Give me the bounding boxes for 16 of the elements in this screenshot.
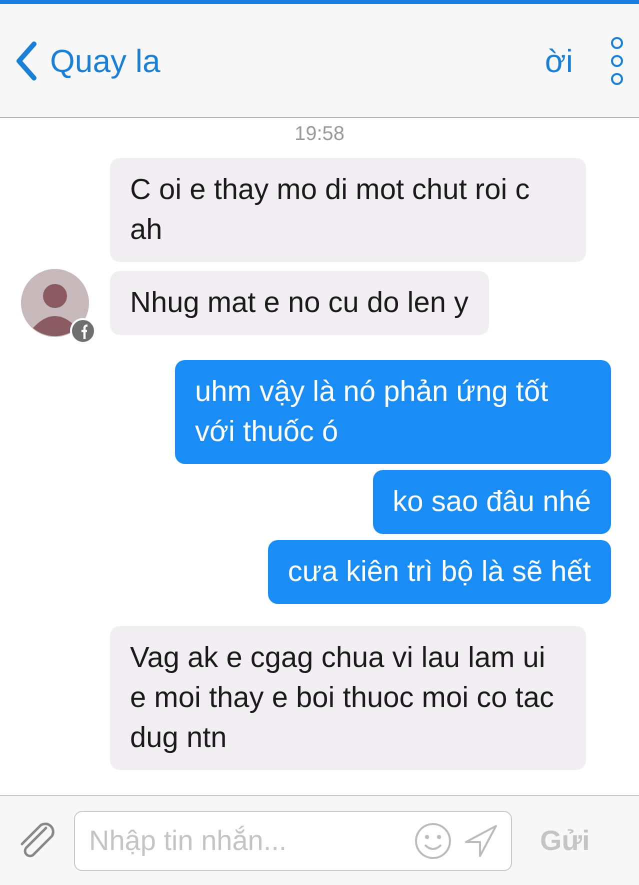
timestamp: 19:58 [294, 122, 345, 146]
smiley-icon[interactable] [414, 822, 452, 860]
incoming-message-bubble: C oi e thay mo di mot chut roi c ah [110, 158, 586, 262]
outgoing-message-bubble: ko sao đâu nhé [372, 470, 611, 534]
title-text: ời [544, 42, 573, 80]
incoming-message-bubble: Vag ak e cgag chua vi lau lam ui e moi thay e boi thuoc moi co tac dug ntn [110, 626, 586, 770]
outgoing-message-bubble: uhm vậy là nó phản ứng tốt với thuốc ó [175, 360, 611, 464]
badge-icon [70, 318, 96, 344]
avatar[interactable] [20, 268, 90, 338]
location-arrow-icon[interactable] [464, 824, 498, 858]
back-button[interactable]: Quay la [14, 36, 160, 84]
outgoing-message-bubble: cưa kiên trì bộ là sẽ hết [268, 540, 611, 604]
message-input[interactable]: Nhập tin nhắn... [74, 810, 512, 870]
incoming-message-bubble: Nhug mat e no cu do len y [110, 271, 489, 335]
more-icon[interactable] [609, 36, 625, 84]
back-icon [14, 40, 38, 80]
